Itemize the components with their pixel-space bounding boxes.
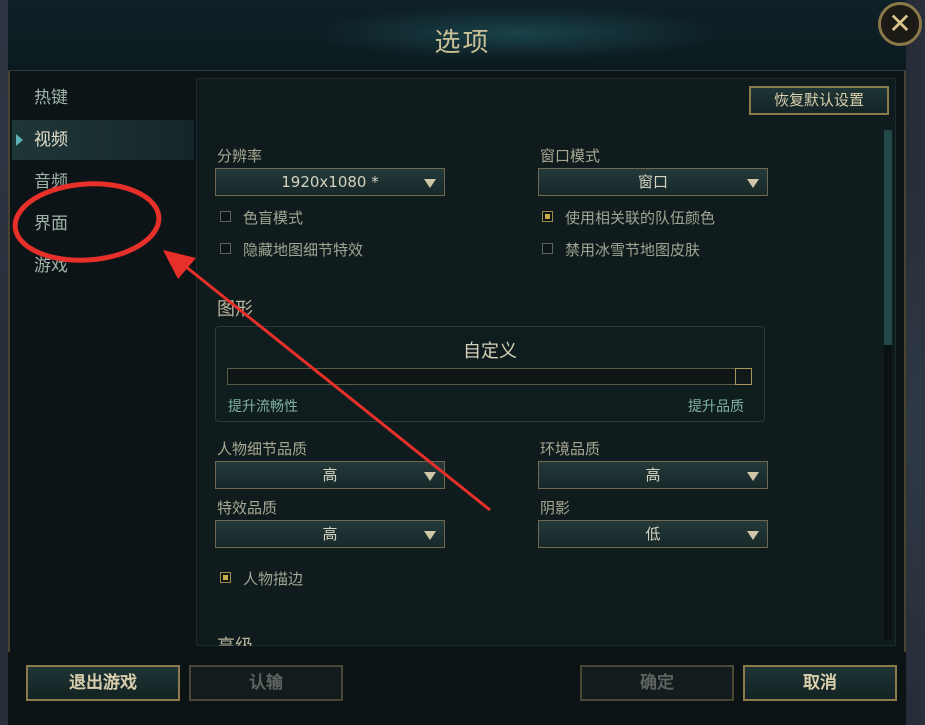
annotation-overlay	[12, 181, 491, 512]
annotation-arrow-line	[179, 260, 491, 512]
annotation-arrow-head	[163, 250, 196, 279]
annotation-circle	[12, 181, 162, 263]
